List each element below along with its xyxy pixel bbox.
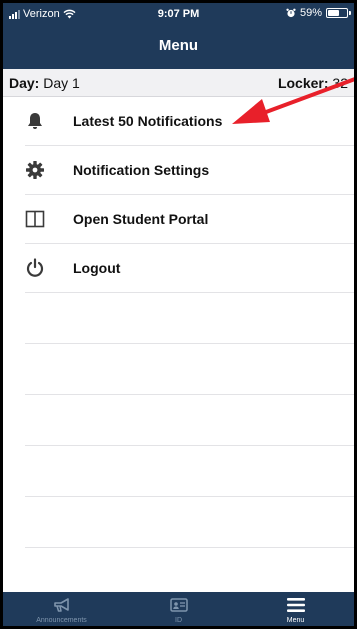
empty-list-row: [25, 497, 354, 548]
megaphone-icon: [53, 598, 69, 612]
menu-item-open-student-portal[interactable]: Open Student Portal: [25, 195, 354, 244]
tab-label: Announcements: [36, 617, 87, 624]
battery-percent: 59%: [299, 7, 322, 19]
menu-item-notification-settings[interactable]: Notification Settings: [25, 146, 354, 195]
bell-icon: [28, 113, 42, 129]
day-value: Day 1: [43, 75, 80, 91]
menu-list: Latest 50 Notifications Notification Set…: [3, 97, 354, 548]
menu-item-logout[interactable]: Logout: [25, 244, 354, 293]
id-card-icon: [169, 598, 188, 612]
locker-value: 32: [332, 75, 348, 91]
status-bar: Verizon 9:07 PM 59%: [3, 3, 354, 29]
empty-list-row: [25, 395, 354, 446]
tab-id[interactable]: ID: [120, 592, 237, 626]
student-info-row: Day: Day 1 Locker: 32: [3, 69, 354, 97]
menu-item-label: Latest 50 Notifications: [73, 113, 223, 129]
tab-bar: Announcements ID Menu: [3, 592, 354, 626]
menu-item-label: Logout: [73, 260, 121, 276]
navigation-bar: Menu: [3, 29, 354, 69]
locker-info: Locker: 32: [278, 75, 348, 91]
tab-announcements[interactable]: Announcements: [3, 592, 120, 626]
empty-list-row: [25, 344, 354, 395]
empty-list-row: [25, 293, 354, 344]
hamburger-menu-icon: [286, 598, 305, 612]
portal-panel-icon: [25, 210, 45, 228]
tab-label: Menu: [286, 617, 305, 624]
power-icon: [26, 258, 44, 277]
tab-label: ID: [175, 617, 182, 624]
menu-item-label: Open Student Portal: [73, 211, 209, 227]
page-title: Menu: [158, 37, 199, 54]
tab-menu[interactable]: Menu: [237, 592, 354, 626]
alarm-clock-icon: [286, 8, 296, 18]
battery-icon: [326, 8, 351, 18]
battery-fill: [328, 10, 339, 16]
day-label: Day:: [9, 75, 40, 91]
day-info: Day: Day 1: [9, 75, 80, 91]
app-screen: Verizon 9:07 PM 59% Menu Day: Day 1 Lock…: [0, 0, 357, 629]
status-right: 59%: [286, 7, 351, 19]
menu-item-label: Notification Settings: [73, 162, 210, 178]
empty-list-row: [25, 446, 354, 497]
menu-item-latest-notifications[interactable]: Latest 50 Notifications: [25, 97, 354, 146]
locker-label: Locker:: [277, 75, 329, 91]
gear-icon: [26, 161, 44, 179]
